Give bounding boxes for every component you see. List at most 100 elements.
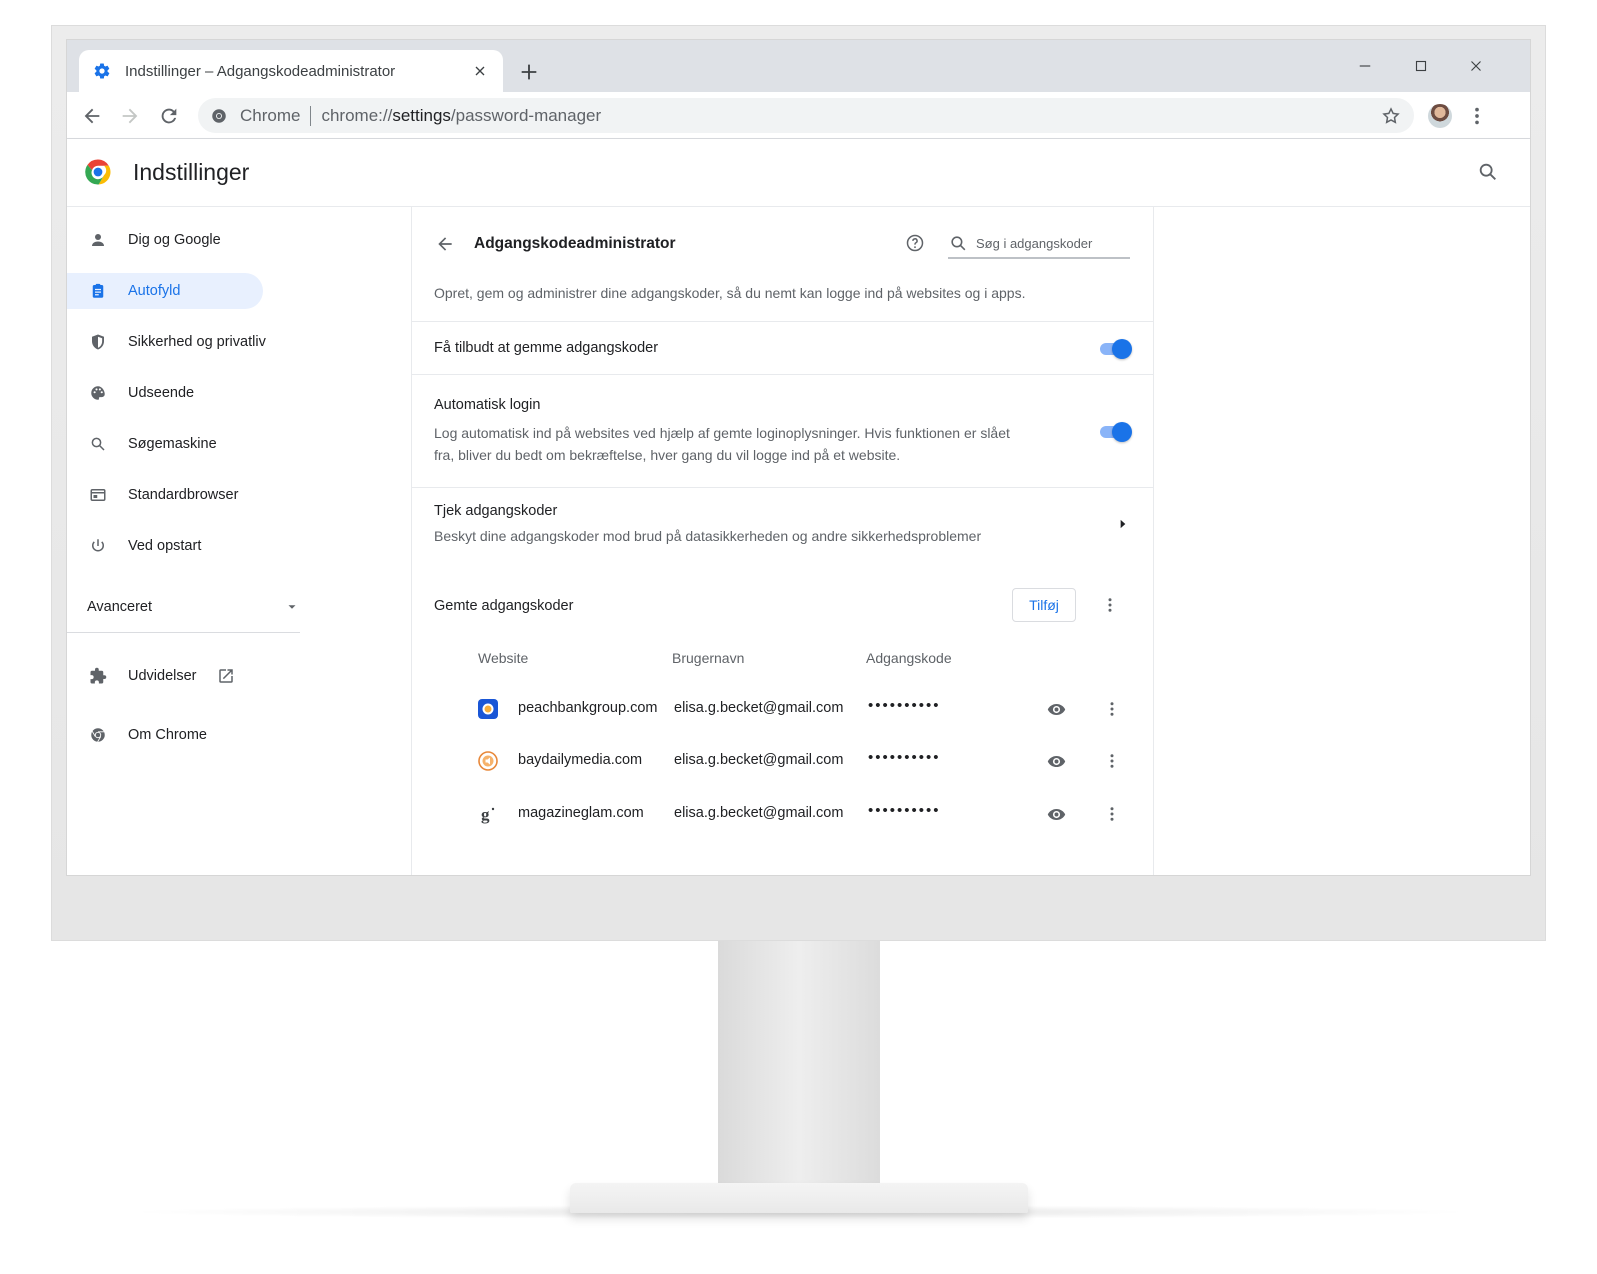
sidebar-item-label: Søgemaskine: [128, 436, 217, 452]
username: elisa.g.becket@gmail.com: [674, 805, 844, 821]
search-icon: [948, 233, 968, 253]
auto-signin-description-line: fra, bliver du bedt om bekræftelse, hver…: [434, 447, 901, 463]
chrome-menu-icon[interactable]: [1464, 103, 1490, 129]
address-bar[interactable]: Chrome chrome://settings/password-manage…: [198, 98, 1414, 133]
column-header-username: Brugernavn: [672, 650, 745, 666]
omnibox-separator: [310, 105, 312, 126]
more-vert-icon[interactable]: [1100, 595, 1120, 615]
puzzle-piece-icon: [89, 667, 107, 685]
chevron-right-icon[interactable]: [1116, 517, 1130, 531]
advanced-toggle[interactable]: Avanceret: [87, 595, 299, 619]
sidebar-item-label: Ved opstart: [128, 538, 202, 554]
tab-settings[interactable]: Indstillinger – Adgangskodeadministrator: [79, 50, 503, 92]
chrome-site-icon: [210, 107, 228, 125]
add-password-button[interactable]: Tilføj: [1012, 588, 1076, 622]
advanced-label: Avanceret: [87, 599, 153, 615]
toggle-knob: [1112, 422, 1132, 442]
monitor-stand-base: [570, 1183, 1028, 1213]
url-prefix: chrome://: [321, 105, 393, 125]
check-passwords-description: Beskyt dine adgangskoder mod brud på dat…: [434, 528, 982, 544]
browser-window-icon: [89, 486, 107, 504]
tab-strip: Indstillinger – Adgangskodeadministrator: [67, 40, 1530, 92]
more-vert-icon[interactable]: [1102, 804, 1122, 824]
password-row[interactable]: peachbankgroup.com elisa.g.becket@gmail.…: [412, 689, 1153, 729]
offer-to-save-label: Få tilbudt at gemme adgangskoder: [434, 340, 659, 356]
settings-page: Dig og Google Autofyld Sikkerhed og priv…: [67, 207, 1530, 875]
external-link-icon: [217, 667, 235, 685]
url-path: /password-manager: [450, 105, 602, 125]
sidebar-item-you-and-google[interactable]: Dig og Google: [67, 222, 263, 258]
sidebar-item-label: Standardbrowser: [128, 487, 239, 503]
password-mask: ••••••••••: [868, 802, 941, 819]
toggle-knob: [1112, 339, 1132, 359]
eye-icon[interactable]: [1046, 804, 1066, 824]
password-search: [948, 229, 1130, 259]
password-row[interactable]: baydailymedia.com elisa.g.becket@gmail.c…: [412, 741, 1153, 781]
browser-toolbar: Chrome chrome://settings/password-manage…: [67, 92, 1530, 139]
url-text: chrome://settings/password-manager: [321, 106, 601, 126]
password-row[interactable]: g magazineglam.com elisa.g.becket@gmail.…: [412, 794, 1153, 834]
gear-icon: [93, 62, 111, 80]
check-passwords-label[interactable]: Tjek adgangskoder: [434, 503, 557, 519]
sidebar-item-security[interactable]: Sikkerhed og privatliv: [67, 324, 266, 360]
divider: [412, 487, 1153, 488]
maximize-icon[interactable]: [1409, 54, 1433, 78]
sidebar-item-autofill[interactable]: Autofyld: [67, 273, 263, 309]
reload-icon[interactable]: [156, 103, 182, 129]
profile-avatar[interactable]: [1428, 104, 1452, 128]
back-arrow-icon[interactable]: [434, 233, 456, 255]
sidebar-item-on-startup[interactable]: Ved opstart: [67, 528, 263, 564]
site-name: baydailymedia.com: [518, 752, 643, 768]
help-icon[interactable]: [904, 232, 926, 254]
window-close-icon[interactable]: [1464, 54, 1488, 78]
sidebar-item-label: Udvidelser: [128, 668, 197, 684]
sidebar-item-label: Sikkerhed og privatliv: [128, 334, 266, 350]
settings-header: Indstillinger: [67, 139, 1530, 207]
minimize-icon[interactable]: [1353, 54, 1377, 78]
auto-signin-description: Log automatisk ind på websites ved hjælp…: [434, 422, 1034, 466]
search-icon[interactable]: [1476, 160, 1500, 184]
back-arrow-icon[interactable]: [79, 103, 105, 129]
magazineglam-logo-icon: g: [478, 804, 498, 824]
username: elisa.g.becket@gmail.com: [674, 700, 844, 716]
chrome-outline-icon: [89, 726, 107, 744]
sidebar-item-extensions[interactable]: Udvidelser: [67, 658, 327, 694]
divider: [412, 374, 1153, 375]
sidebar-item-default-browser[interactable]: Standardbrowser: [67, 477, 263, 513]
section-description: Opret, gem og administrer dine adgangsko…: [434, 285, 1026, 301]
bookmark-star-icon[interactable]: [1380, 105, 1402, 127]
password-mask: ••••••••••: [868, 749, 941, 766]
eye-icon[interactable]: [1046, 751, 1066, 771]
more-vert-icon[interactable]: [1102, 699, 1122, 719]
url-host: settings: [392, 105, 451, 125]
sidebar-item-search-engine[interactable]: Søgemaskine: [67, 426, 263, 462]
offer-to-save-toggle[interactable]: [1100, 339, 1132, 359]
baydailymedia-logo-icon: [478, 751, 498, 771]
close-icon[interactable]: [471, 62, 489, 80]
power-icon: [89, 537, 107, 555]
shield-icon: [89, 333, 107, 351]
sidebar-item-label: Autofyld: [128, 283, 181, 299]
site-name: magazineglam.com: [518, 805, 644, 821]
peachbank-logo-icon: [478, 699, 498, 719]
sidebar-item-about-chrome[interactable]: Om Chrome: [67, 717, 263, 753]
forward-arrow-icon[interactable]: [117, 103, 143, 129]
tab-title: Indstillinger – Adgangskodeadministrator: [125, 62, 396, 80]
saved-passwords-label: Gemte adgangskoder: [434, 598, 574, 614]
password-manager-card: Adgangskodeadministrator Opret, gem og a…: [411, 207, 1154, 875]
auto-signin-toggle[interactable]: [1100, 422, 1132, 442]
site-label: Chrome: [240, 105, 301, 125]
more-vert-icon[interactable]: [1102, 751, 1122, 771]
page-title: Indstillinger: [133, 159, 250, 185]
search-icon: [89, 435, 107, 453]
password-mask: ••••••••••: [868, 697, 941, 714]
new-tab-button[interactable]: [515, 58, 543, 86]
eye-icon[interactable]: [1046, 699, 1066, 719]
sidebar: Dig og Google Autofyld Sikkerhed og priv…: [67, 207, 411, 875]
password-search-input[interactable]: [976, 235, 1126, 251]
sidebar-item-appearance[interactable]: Udseende: [67, 375, 263, 411]
auto-signin-label: Automatisk login: [434, 397, 541, 413]
column-header-website: Website: [478, 650, 529, 666]
sidebar-item-label: Dig og Google: [128, 232, 221, 248]
chrome-logo-icon: [83, 157, 113, 187]
